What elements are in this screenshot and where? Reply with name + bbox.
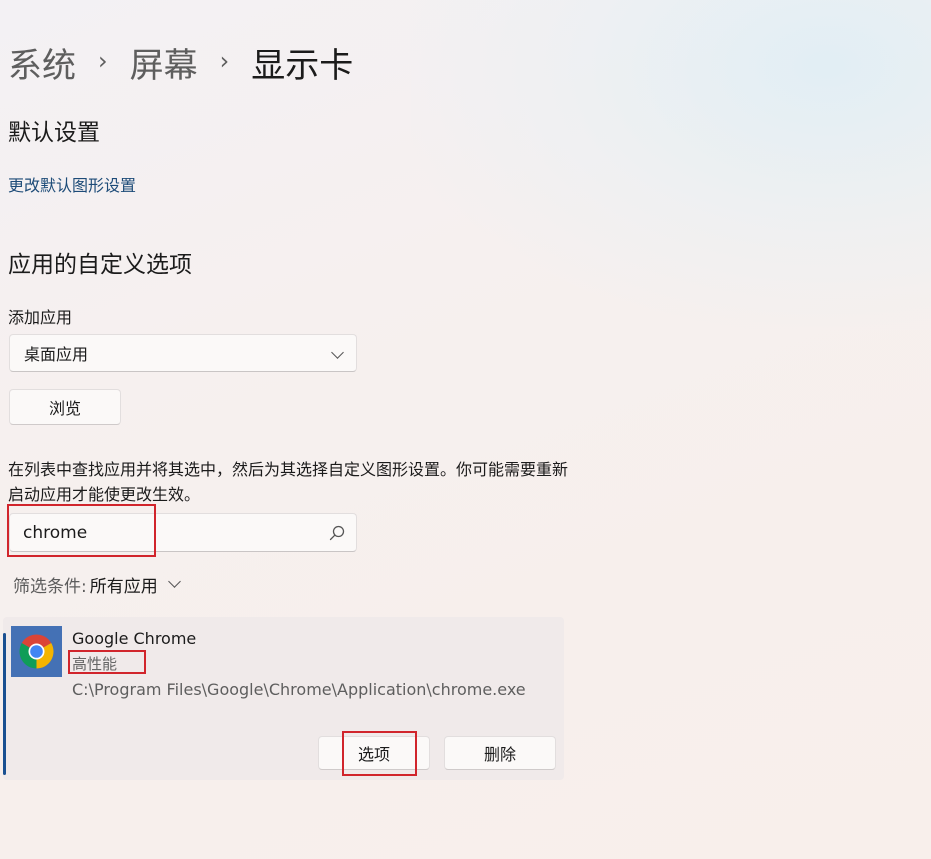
remove-button[interactable]: 删除 xyxy=(444,736,556,770)
browse-button[interactable]: 浏览 xyxy=(9,389,121,425)
breadcrumb: 系统 › 屏幕 › 显示卡 xyxy=(8,38,353,87)
search-input[interactable] xyxy=(23,514,313,551)
description-text: 在列表中查找应用并将其选中，然后为其选择自定义图形设置。你可能需要重新启动应用才… xyxy=(8,460,569,504)
selection-indicator xyxy=(3,633,6,775)
options-button[interactable]: 选项 xyxy=(318,736,430,770)
app-graphics-preference: 高性能 xyxy=(72,655,118,673)
background-glow xyxy=(411,0,931,330)
app-type-dropdown[interactable]: 桌面应用 xyxy=(9,334,357,372)
breadcrumb-item-display[interactable]: 屏幕 xyxy=(130,38,198,87)
custom-options-heading: 应用的自定义选项 xyxy=(8,252,192,278)
breadcrumb-item-system[interactable]: 系统 xyxy=(8,38,76,87)
default-settings-heading: 默认设置 xyxy=(8,120,100,146)
chevron-down-icon xyxy=(167,575,181,588)
page-title: 显示卡 xyxy=(251,46,354,86)
add-app-label: 添加应用 xyxy=(8,308,73,327)
app-name: Google Chrome xyxy=(72,629,197,648)
app-type-selected: 桌面应用 xyxy=(24,345,89,364)
change-default-graphics-link[interactable]: 更改默认图形设置 xyxy=(8,172,136,196)
chevron-right-icon: › xyxy=(98,46,108,75)
search-box xyxy=(9,513,357,552)
filter-label: 筛选条件: xyxy=(13,577,87,597)
chrome-icon xyxy=(19,634,54,669)
filter-value: 所有应用 xyxy=(89,577,158,597)
chevron-right-icon: › xyxy=(219,46,230,75)
app-list-item[interactable]: Google Chrome 高性能 C:\Program Files\Googl… xyxy=(3,617,564,780)
filter-dropdown[interactable]: 筛选条件: 所有应用 xyxy=(13,572,181,597)
search-icon[interactable] xyxy=(329,525,345,541)
chevron-down-icon xyxy=(331,346,344,359)
app-icon-tile xyxy=(11,626,62,677)
app-path: C:\Program Files\Google\Chrome\Applicati… xyxy=(72,680,526,699)
